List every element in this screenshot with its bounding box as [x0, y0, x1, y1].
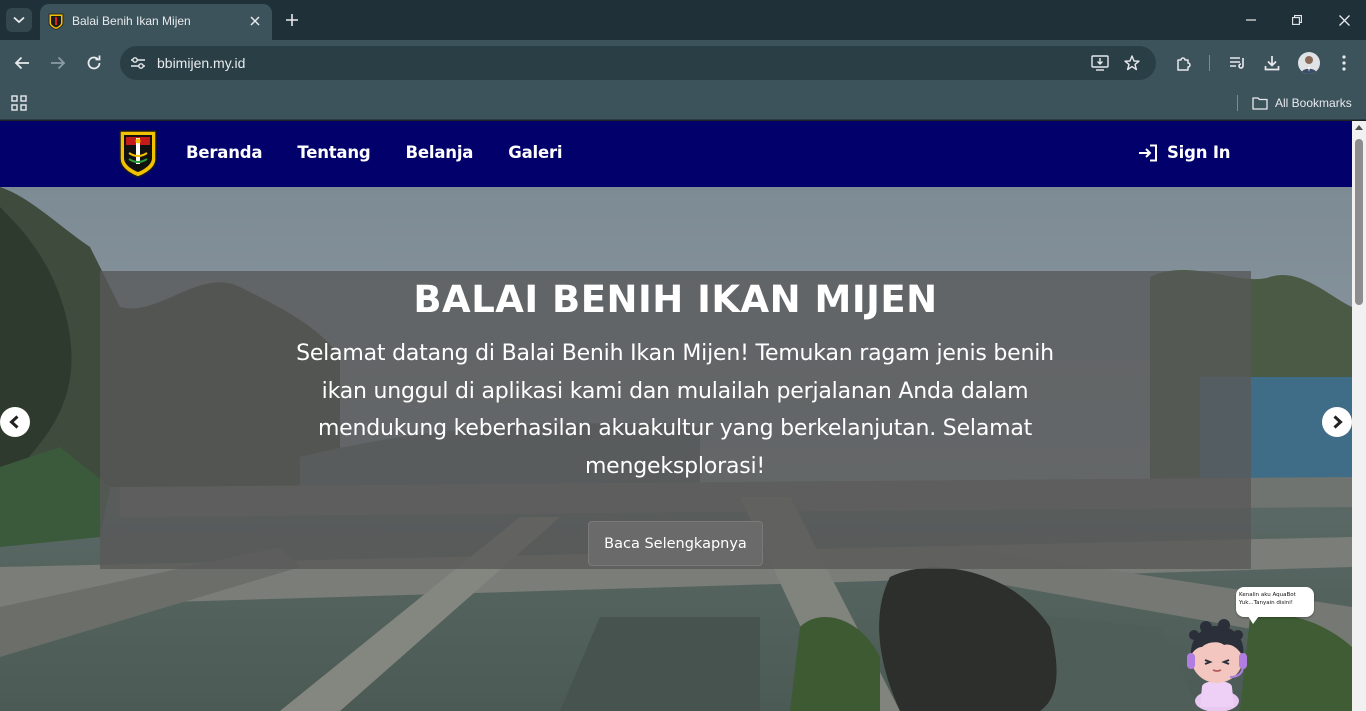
download-icon[interactable] [1260, 51, 1284, 75]
nav-link-beranda[interactable]: Beranda [186, 143, 263, 162]
aquabot-chat-widget[interactable]: Kenalin aku AquaBot Yuk...Tanyain disini… [1180, 587, 1330, 711]
sign-in-button[interactable]: Sign In [1138, 143, 1231, 162]
close-icon[interactable] [246, 12, 264, 30]
nav-links: Beranda Tentang Belanja Galeri [186, 143, 597, 162]
reload-icon[interactable] [82, 51, 106, 75]
hero-carousel: BALAI BENIH IKAN MIJEN Selamat datang di… [0, 187, 1352, 711]
bookmarks-separator [1237, 95, 1238, 111]
read-more-button[interactable]: Baca Selengkapnya [588, 521, 763, 566]
all-bookmarks-label: All Bookmarks [1275, 96, 1352, 110]
sign-in-label: Sign In [1167, 143, 1231, 162]
site-settings-icon[interactable] [128, 53, 148, 73]
aquabot-greeting-line2: Yuk...Tanyain disini! [1239, 600, 1293, 606]
profile-avatar[interactable] [1298, 52, 1320, 74]
carousel-prev-button[interactable] [0, 407, 30, 437]
toolbar-separator [1209, 55, 1210, 71]
hero-caption: BALAI BENIH IKAN MIJEN Selamat datang di… [100, 271, 1251, 569]
scrollbar-thumb[interactable] [1355, 139, 1363, 305]
aquabot-greeting-line1: Kenalin aku AquaBot [1239, 592, 1296, 598]
page-scrollbar[interactable] [1352, 121, 1366, 711]
nav-link-tentang[interactable]: Tentang [297, 143, 370, 162]
aquabot-speech-bubble[interactable]: Kenalin aku AquaBot Yuk...Tanyain disini… [1236, 587, 1314, 624]
install-app-icon[interactable] [1090, 53, 1110, 73]
browser-tab[interactable]: Balai Benih Ikan Mijen [40, 4, 272, 40]
folder-icon [1252, 97, 1268, 110]
tab-search-icon[interactable] [6, 8, 32, 32]
hero-description: Selamat datang di Balai Benih Ikan Mijen… [296, 341, 1054, 479]
page-viewport: Beranda Tentang Belanja Galeri Sign In B… [0, 121, 1352, 711]
close-window-icon[interactable] [1334, 10, 1354, 30]
site-navbar: Beranda Tentang Belanja Galeri Sign In [0, 121, 1352, 187]
nav-link-galeri[interactable]: Galeri [508, 143, 562, 162]
bookmarks-bar: All Bookmarks [0, 86, 1366, 120]
plus-icon[interactable] [282, 10, 302, 30]
url-text: bbimijen.my.id [157, 55, 246, 71]
hero-title: BALAI BENIH IKAN MIJEN [413, 278, 938, 321]
browser-toolbar: bbimijen.my.id [0, 40, 1366, 86]
sign-in-icon [1139, 144, 1157, 161]
site-logo[interactable] [118, 129, 158, 179]
more-menu-icon[interactable] [1332, 51, 1356, 75]
address-bar[interactable]: bbimijen.my.id [120, 46, 1156, 80]
tab-title: Balai Benih Ikan Mijen [72, 14, 191, 28]
site-favicon-icon [48, 13, 64, 30]
back-icon[interactable] [10, 51, 34, 75]
all-bookmarks-button[interactable]: All Bookmarks [1252, 94, 1352, 112]
chevron-right-icon [1333, 415, 1343, 429]
restore-icon[interactable] [1287, 10, 1307, 30]
minimize-icon[interactable] [1241, 10, 1261, 30]
forward-icon[interactable] [46, 51, 70, 75]
extensions-icon[interactable] [1171, 51, 1195, 75]
nav-link-belanja[interactable]: Belanja [406, 143, 474, 162]
reading-list-icon[interactable] [1225, 51, 1249, 75]
chevron-left-icon [9, 415, 19, 429]
browser-tab-strip: Balai Benih Ikan Mijen [0, 0, 1366, 40]
aquabot-avatar[interactable] [1180, 617, 1250, 711]
apps-grid-icon[interactable] [10, 94, 28, 112]
star-icon[interactable] [1122, 53, 1142, 73]
scroll-up-arrow-icon[interactable] [1355, 125, 1363, 130]
carousel-next-button[interactable] [1322, 407, 1352, 437]
